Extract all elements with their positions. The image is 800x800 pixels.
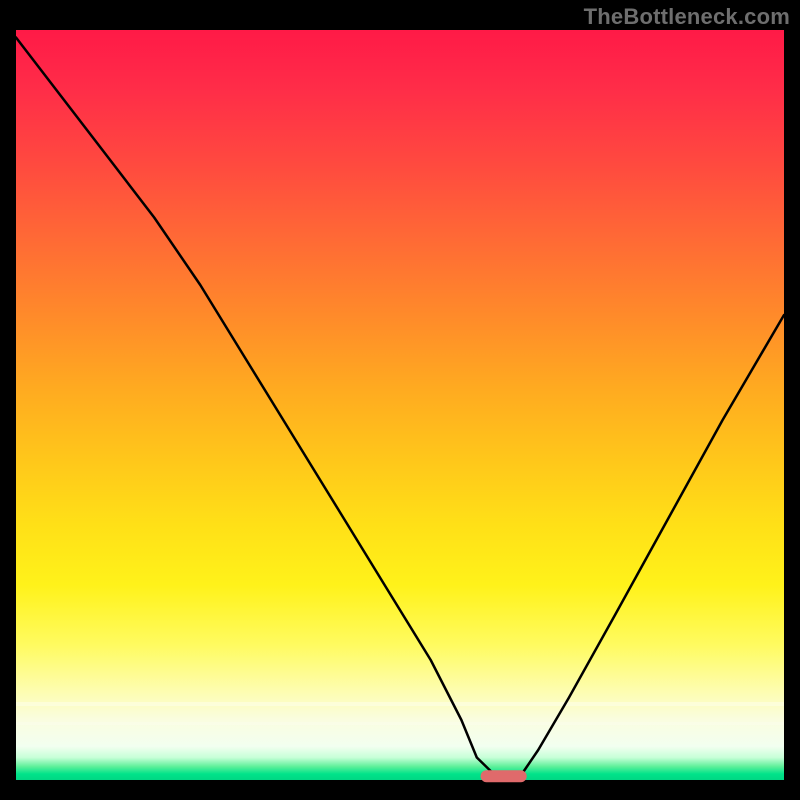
pale-band-2 — [16, 722, 784, 725]
chart-stage: TheBottleneck.com — [0, 0, 800, 800]
pale-band — [16, 702, 784, 706]
watermark-text: TheBottleneck.com — [584, 4, 790, 30]
gradient-background — [16, 30, 784, 780]
